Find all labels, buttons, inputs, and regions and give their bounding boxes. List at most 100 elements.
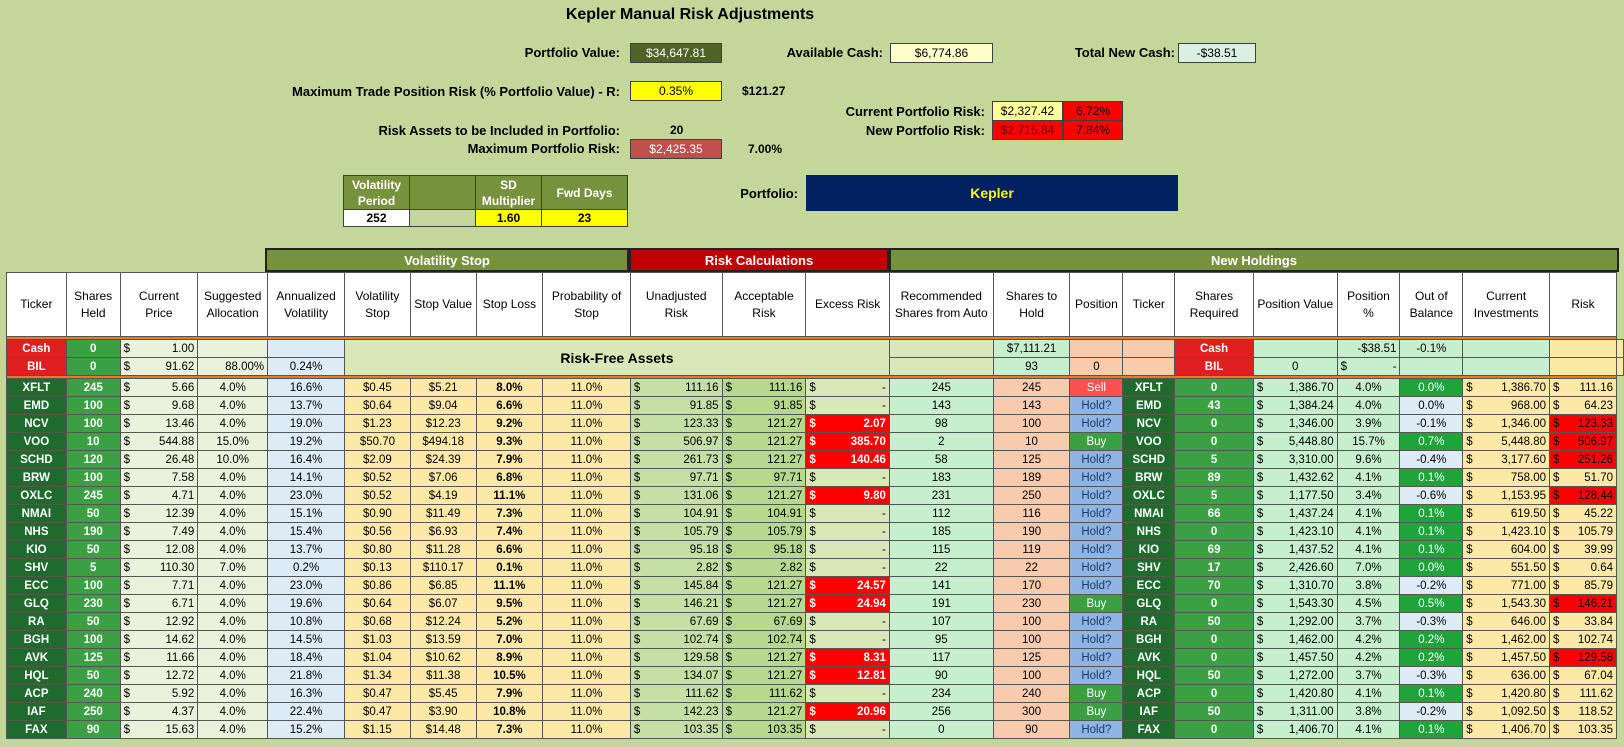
cell-acceptable-risk[interactable]: $67.69 — [721, 612, 807, 631]
cell-out-of-balance[interactable]: -0.1% — [1399, 414, 1464, 433]
cell-prob-stop[interactable]: 11.0% — [542, 684, 631, 703]
cell-ticker[interactable]: GLQ — [6, 594, 67, 613]
cell-shares-to-hold[interactable]: 125 — [992, 450, 1071, 469]
cell-vol-stop[interactable]: $0.68 — [344, 612, 411, 631]
cell-out-of-balance[interactable]: 0.2% — [1399, 648, 1464, 667]
cell-stop-value[interactable]: $9.04 — [409, 396, 477, 415]
cell-vol-stop[interactable]: $0.47 — [344, 684, 411, 703]
cell-recommended[interactable]: 98 — [888, 414, 994, 433]
cell-out-of-balance[interactable]: 0.2% — [1399, 630, 1464, 649]
cell-excess-risk[interactable]: $24.94 — [805, 594, 890, 613]
cell-alloc[interactable]: 4.0% — [197, 540, 269, 559]
cell-ticker-2[interactable]: BRW — [1122, 468, 1176, 487]
cell-unadjusted-risk[interactable]: $67.69 — [629, 612, 723, 631]
cell-vol[interactable]: 19.0% — [267, 414, 346, 433]
cell-recommended[interactable]: 185 — [888, 522, 994, 541]
cell-vol[interactable]: 15.2% — [267, 720, 346, 739]
cell-out-of-balance[interactable]: 0.1% — [1399, 522, 1464, 541]
cell-out-of-balance[interactable]: -0.2% — [1399, 576, 1464, 595]
cell-prob-stop[interactable]: 11.0% — [542, 594, 631, 613]
cell-price[interactable]: $110.30 — [119, 558, 199, 577]
cell-shares-to-hold[interactable]: 100 — [992, 630, 1071, 649]
cell-position-pct[interactable]: 15.7% — [1336, 432, 1401, 451]
cell-price[interactable]: $5.66 — [119, 378, 199, 397]
cell-unadjusted-risk[interactable]: $131.06 — [629, 486, 723, 505]
cell-stop-loss[interactable]: 11.1% — [475, 576, 544, 595]
cell-vol-stop[interactable]: $1.34 — [344, 666, 411, 685]
cell-vol-stop[interactable]: $0.64 — [344, 396, 411, 415]
cell-alloc[interactable]: 10.0% — [197, 450, 269, 469]
cell-unadjusted-risk[interactable]: $2.82 — [629, 558, 723, 577]
cell-prob-stop[interactable]: 11.0% — [542, 540, 631, 559]
cell-ticker[interactable]: NMAI — [6, 504, 67, 523]
cell-stop-value[interactable]: $14.48 — [409, 720, 477, 739]
cell-current-investments[interactable] — [1549, 357, 1617, 376]
cell-excess-risk[interactable]: $ - — [805, 396, 890, 415]
cell-position-pct[interactable] — [1399, 357, 1464, 376]
cell-acceptable-risk[interactable]: $103.35 — [721, 720, 807, 739]
cell-risk[interactable]: $0.64 — [1549, 558, 1617, 577]
cell-ticker[interactable]: ACP — [6, 684, 67, 703]
cell-recommended[interactable]: $7,111.21 — [992, 339, 1071, 358]
cell-ticker[interactable]: ECC — [6, 576, 67, 595]
cell-excess-risk[interactable]: $ - — [805, 684, 890, 703]
cell-alloc[interactable]: 15.0% — [197, 432, 269, 451]
cell-ticker-2[interactable]: HQL — [1122, 666, 1176, 685]
cell-vol-stop[interactable]: $0.47 — [344, 702, 411, 721]
cell-prob-stop[interactable]: 11.0% — [542, 450, 631, 469]
cell-acceptable-risk[interactable]: $121.27 — [721, 486, 807, 505]
available-cash[interactable]: $6,774.86 — [890, 43, 993, 63]
cell-price[interactable]: $14.62 — [119, 630, 199, 649]
cell-current-investments[interactable]: $1,543.30 — [1462, 594, 1551, 613]
cell-prob-stop[interactable]: 11.0% — [542, 630, 631, 649]
cell-position-value[interactable]: $5,448.80 — [1252, 432, 1338, 451]
cell-stop-value[interactable]: $10.62 — [409, 648, 477, 667]
cell-shares-to-hold[interactable]: 300 — [992, 702, 1071, 721]
cell-position-pct[interactable]: 3.4% — [1336, 486, 1401, 505]
cell-alloc[interactable]: 4.0% — [197, 576, 269, 595]
cell-vol-stop[interactable]: $0.56 — [344, 522, 411, 541]
cell-stop-value[interactable]: $5.21 — [409, 378, 477, 397]
cell-ticker[interactable]: KIO — [6, 540, 67, 559]
cell-current-investments[interactable]: $1,092.50 — [1462, 702, 1551, 721]
cell-shares-held[interactable]: 100 — [65, 630, 121, 649]
cell-current-investments[interactable]: $646.00 — [1462, 612, 1551, 631]
cell-ticker-2[interactable]: EMD — [1122, 396, 1176, 415]
cell-shares-held[interactable]: 0 — [65, 357, 121, 376]
cell-acceptable-risk[interactable]: $111.62 — [721, 684, 807, 703]
cell-current-investments[interactable]: $1,423.10 — [1462, 522, 1551, 541]
cell-ticker-2[interactable]: OXLC — [1122, 486, 1176, 505]
cell-out-of-balance[interactable]: 0.0% — [1399, 378, 1464, 397]
cell-excess-risk[interactable]: $385.70 — [805, 432, 890, 451]
cell-stop-loss[interactable]: 10.8% — [475, 702, 544, 721]
cell-recommended[interactable]: 90 — [888, 666, 994, 685]
cell-recommended[interactable]: 117 — [888, 648, 994, 667]
cell-vol[interactable]: 23.0% — [267, 576, 346, 595]
cell-recommended[interactable]: 93 — [992, 357, 1071, 376]
cell-recommended[interactable]: 141 — [888, 576, 994, 595]
cell-vol[interactable]: 18.4% — [267, 648, 346, 667]
cell-out-of-balance[interactable]: 0.1% — [1399, 684, 1464, 703]
cell-risk[interactable]: $111.62 — [1549, 684, 1617, 703]
cell-unadjusted-risk[interactable]: $111.62 — [629, 684, 723, 703]
cell-risk[interactable] — [1616, 339, 1624, 358]
cell-ticker[interactable]: SCHD — [6, 450, 67, 469]
cell-ticker[interactable]: FAX — [6, 720, 67, 739]
cell-price[interactable]: $4.71 — [119, 486, 199, 505]
cell-shares-held[interactable]: 245 — [65, 486, 121, 505]
cell-position-pct[interactable]: 7.0% — [1336, 558, 1401, 577]
cell-shares-held[interactable]: 10 — [65, 432, 121, 451]
cell-risk[interactable]: $64.23 — [1549, 396, 1617, 415]
cell-unadjusted-risk[interactable]: $102.74 — [629, 630, 723, 649]
cell-prob-stop[interactable]: 11.0% — [542, 468, 631, 487]
cell-vol-stop[interactable]: $2.09 — [344, 450, 411, 469]
cell-ticker-2[interactable]: NHS — [1122, 522, 1176, 541]
cell-position[interactable]: Hold? — [1069, 612, 1124, 631]
cell-shares-held[interactable]: 100 — [65, 396, 121, 415]
header-shares-held[interactable]: Shares Held — [65, 272, 121, 337]
cell-shares-to-hold[interactable]: 90 — [992, 720, 1071, 739]
cell-recommended[interactable]: 231 — [888, 486, 994, 505]
cell-excess-risk[interactable]: $ - — [805, 612, 890, 631]
cell-alloc[interactable]: 4.0% — [197, 468, 269, 487]
cell-shares-to-hold[interactable] — [1069, 339, 1124, 358]
